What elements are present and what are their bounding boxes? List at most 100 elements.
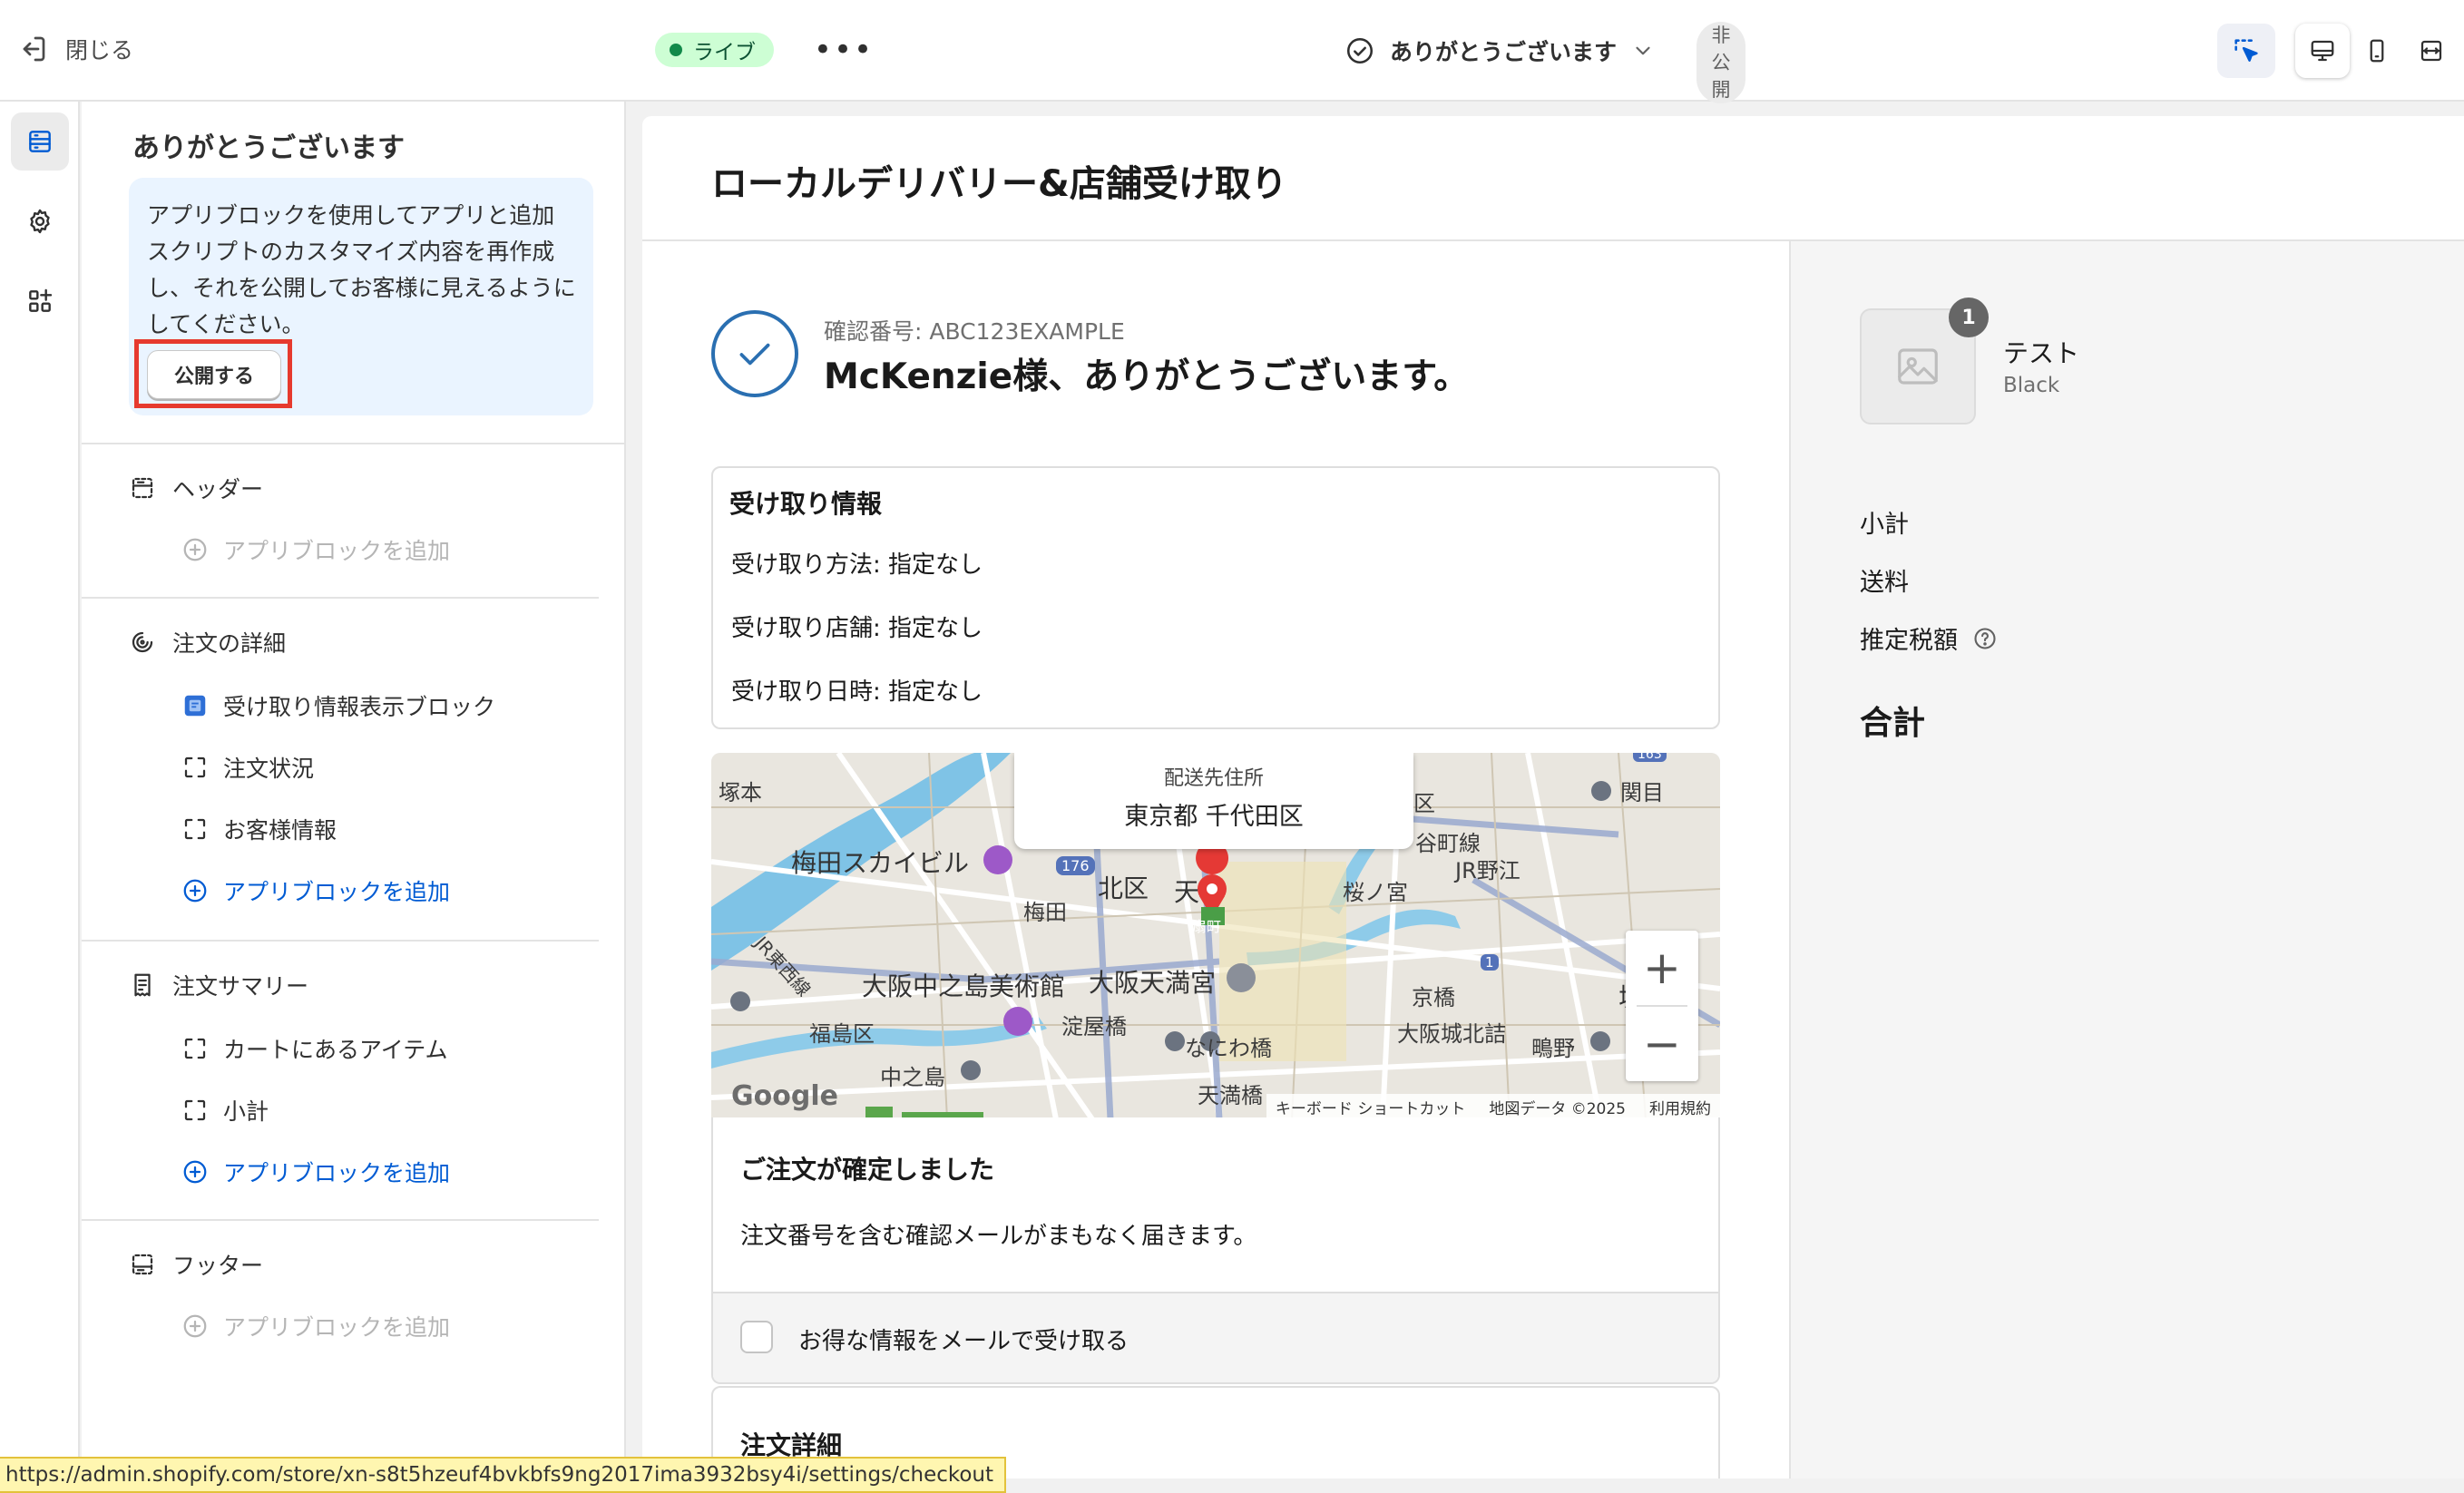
expand-horizontal-icon [2420, 40, 2442, 62]
map-label-tanimachi: 谷町線 [1415, 831, 1481, 856]
map-label-sekime: 関目 [1620, 780, 1664, 805]
map-label-ogimachi: 扇町 [1192, 918, 1222, 935]
header-layout-icon [132, 477, 153, 499]
gear-icon [30, 209, 50, 234]
order-summary-panel [1789, 241, 2464, 1478]
order-confirmed-title: ご注文が確定しました [740, 1155, 995, 1185]
preview-header: ローカルデリバリー&店舗受け取り [642, 116, 2464, 241]
delivery-map[interactable]: 塚本 梅田スカイビル 176 北区 梅田 天 扇町 桜ノ宮 JR野江 谷町線 区… [711, 753, 1720, 1119]
checkout-preview: ローカルデリバリー&店舗受け取り 確認番号: ABC123EXAMPLE McK… [642, 116, 2464, 1478]
newsletter-optin[interactable]: お得な情報をメールで受け取る [713, 1292, 1718, 1382]
subtotal-label: 小計 [1860, 511, 1909, 539]
desktop-view-button[interactable] [2295, 24, 2350, 78]
live-status-badge: ライブ [655, 33, 774, 67]
map-zoom-out-button[interactable]: − [1626, 1007, 1698, 1081]
block-pickup-info-label: 受け取り情報表示ブロック [223, 694, 496, 720]
fullwidth-view-button[interactable] [2404, 24, 2459, 78]
map-zoom-in-button[interactable]: + [1626, 931, 1698, 1005]
receipt-icon [134, 973, 151, 997]
estimated-tax-row: 推定税額 [1860, 620, 1998, 656]
pickup-method: 受け取り方法: 指定なし [731, 551, 983, 579]
help-circle-icon[interactable] [1972, 626, 1998, 651]
divider [82, 597, 599, 599]
top-bar: 閉じる ライブ ••• ありがとうございます 非 公 開 [0, 0, 2464, 103]
block-subtotal[interactable]: 小計 [181, 1092, 269, 1128]
mobile-icon [2370, 39, 2384, 63]
unpublished-badge: 非 公 開 [1696, 22, 1745, 103]
map-label-ten: 天 [1174, 877, 1200, 907]
order-details-add-label: アプリブロックを追加 [223, 879, 451, 905]
plus-circle-icon [183, 1314, 207, 1338]
map-label-sakuranomiya: 桜ノ宮 [1343, 880, 1408, 905]
block-order-status[interactable]: 注文状況 [181, 749, 314, 786]
chevron-down-icon [1636, 46, 1650, 55]
viewport-switcher [2295, 24, 2462, 78]
status-bar-url: https://admin.shopify.com/store/xn-s8t5h… [0, 1457, 1007, 1493]
icon-rail [0, 102, 80, 1493]
map-label-yodoyabashi: 淀屋橋 [1061, 1014, 1127, 1039]
divider [82, 443, 626, 444]
desktop-icon [2311, 40, 2334, 62]
order-confirmed-text: 注文番号を含む確認メールがまもなく届きます。 [740, 1223, 1257, 1250]
block-customer-info[interactable]: お客様情報 [181, 811, 337, 847]
section-footer[interactable]: フッター [129, 1246, 263, 1283]
quantity-badge: 1 [1949, 298, 1989, 337]
apps-add-icon [29, 288, 53, 312]
image-placeholder-icon [1898, 348, 1938, 385]
unpublished-char-1: 非 [1711, 24, 1731, 46]
inspector-toggle-button[interactable] [2217, 24, 2275, 78]
map-zoom-controls: + − [1626, 931, 1698, 1081]
plus-circle-icon [183, 538, 207, 561]
block-frame-icon [184, 1038, 206, 1059]
success-check-icon [711, 310, 798, 397]
sections-rail-button[interactable] [11, 112, 69, 171]
block-frame-icon [184, 756, 206, 778]
map-label-tenmabashi: 天満橋 [1198, 1083, 1263, 1108]
mobile-view-button[interactable] [2350, 24, 2404, 78]
pickup-info-card: 受け取り情報 受け取り方法: 指定なし 受け取り店舗: 指定なし 受け取り日時:… [711, 466, 1720, 729]
publish-button[interactable]: 公開する [147, 350, 281, 399]
map-terms-link[interactable]: 利用規約 [1649, 1096, 1711, 1118]
order-details-add-app-block[interactable]: アプリブロックを追加 [181, 873, 450, 909]
map-keyboard-shortcuts-link[interactable]: キーボード ショートカット [1276, 1096, 1465, 1118]
page-selector[interactable]: ありがとうございます [1344, 27, 1655, 74]
divider [82, 1219, 599, 1221]
live-dot-icon [670, 44, 682, 56]
section-header-title: ヘッダー [172, 476, 264, 503]
map-label-kyobashi: 京橋 [1412, 985, 1455, 1010]
thank-you-heading: McKenzie様、ありがとうございます。 [824, 356, 1470, 397]
block-cart-items[interactable]: カートにあるアイテム [181, 1030, 448, 1067]
unpublished-char-2: 公 [1711, 52, 1731, 73]
apps-rail-button[interactable] [11, 272, 69, 330]
pickup-store: 受け取り店舗: 指定なし [731, 615, 983, 642]
section-order-summary[interactable]: 注文サマリー [129, 967, 308, 1003]
map-label-fukushima: 福島区 [809, 1021, 875, 1047]
block-pickup-info[interactable]: 受け取り情報表示ブロック [181, 688, 495, 724]
section-header[interactable]: ヘッダー [129, 470, 263, 506]
google-logo: Google [731, 1080, 838, 1112]
section-order-details[interactable]: 注文の詳細 [129, 624, 286, 660]
newsletter-checkbox[interactable] [740, 1321, 773, 1353]
header-add-app-block[interactable]: アプリブロックを追加 [181, 532, 450, 568]
subtotal-row: 小計 [1860, 504, 1909, 540]
info-banner-text: アプリブロックを使用してアプリと追加スクリプトのカスタマイズ内容を再作成し、それ… [147, 202, 576, 337]
close-button[interactable]: 閉じる [16, 25, 133, 73]
map-label-nakanoshima: 中之島 [880, 1065, 945, 1090]
settings-rail-button[interactable] [11, 192, 69, 250]
shipping-row: 送料 [1860, 562, 1909, 598]
map-label-route1: 1 [1481, 954, 1499, 971]
footer-add-app-block[interactable]: アプリブロックを追加 [181, 1308, 450, 1344]
more-actions-button[interactable]: ••• [814, 27, 872, 73]
map-label-tsukamoto: 塚本 [719, 780, 762, 805]
map-label-umeda: 梅田 [1023, 900, 1067, 925]
order-confirmed-card: ご注文が確定しました 注文番号を含む確認メールがまもなく届きます。 お得な情報を… [711, 1117, 1720, 1384]
pickup-info-title: 受け取り情報 [729, 489, 883, 519]
divider [82, 940, 599, 942]
plus-circle-icon [183, 879, 207, 903]
map-label-tenmangu: 大阪天満宮 [1089, 968, 1217, 998]
map-label-naniwabashi: なにわ橋 [1185, 1036, 1272, 1061]
map-address-title: 配送先住所 [1163, 767, 1264, 790]
order-summary-add-app-block[interactable]: アプリブロックを追加 [181, 1154, 450, 1190]
pickup-datetime: 受け取り日時: 指定なし [731, 678, 983, 706]
block-frame-icon [184, 818, 206, 840]
